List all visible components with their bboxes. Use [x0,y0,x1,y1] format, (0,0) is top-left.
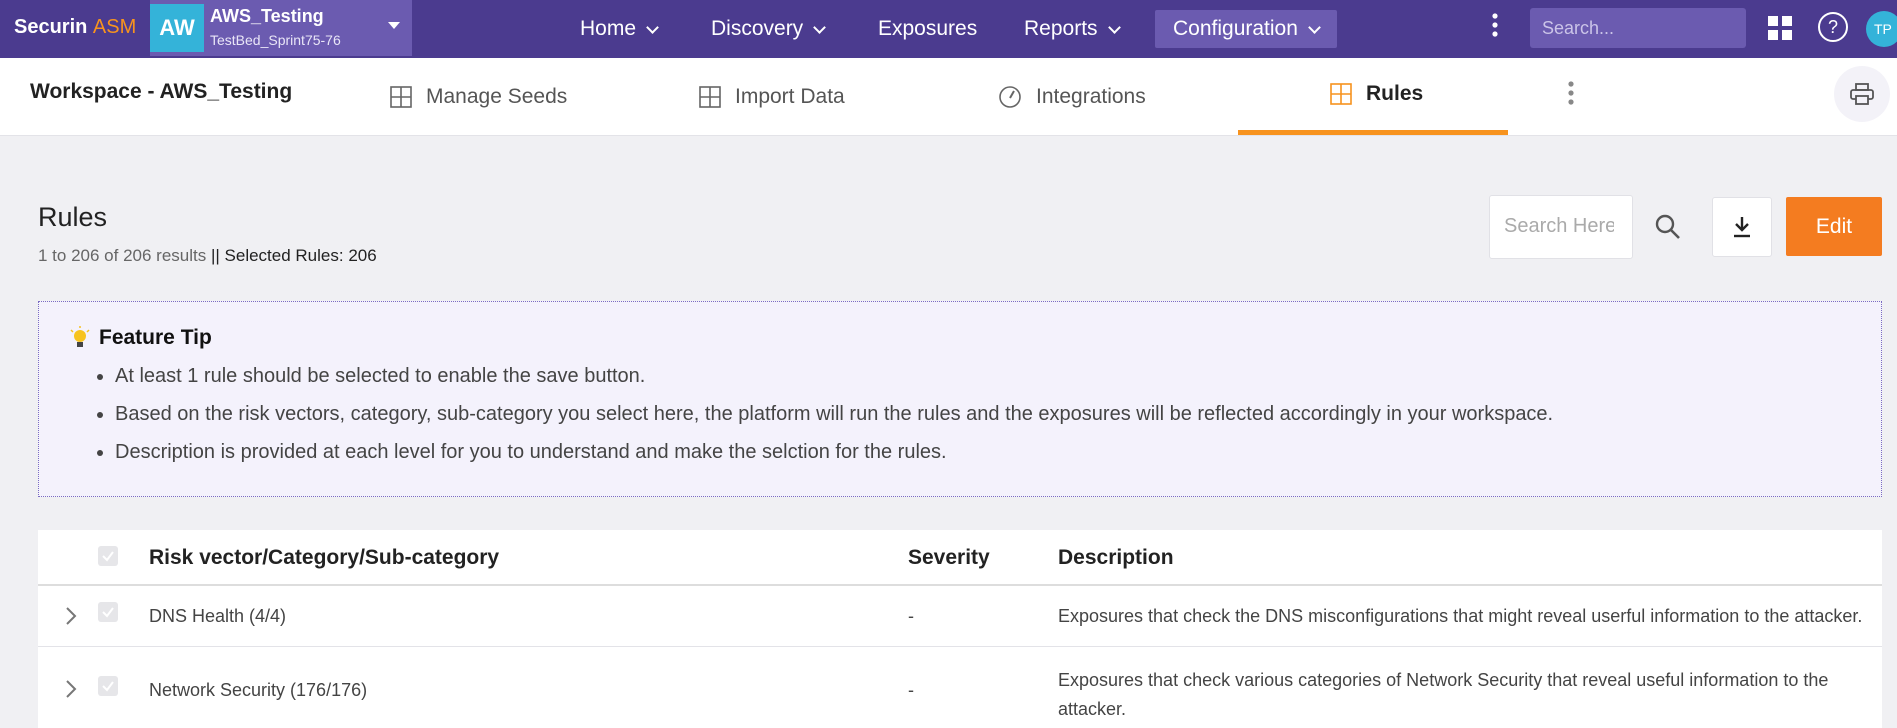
row-description-line: Exposures that check various categories … [1058,670,1829,690]
table-row[interactable]: DNS Health (4/4) - Exposures that check … [38,586,1882,647]
results-range: 1 to 206 of 206 results [38,246,207,265]
tab-rules-label: Rules [1366,81,1424,105]
download-icon [1734,217,1750,238]
gauge-icon [999,85,1021,108]
chevron-right-icon[interactable] [64,606,78,626]
tab-manage-seeds-label: Manage Seeds [426,84,568,108]
global-search-input[interactable] [1530,8,1746,48]
nav-discovery[interactable]: Discovery [711,0,827,58]
workspace-switcher[interactable]: AW AWS_Testing TestBed_Sprint75-76 [150,0,412,56]
row-description-line: attacker. [1058,699,1127,719]
search-icon[interactable] [1654,213,1682,241]
apps-grid-icon[interactable] [1768,16,1792,40]
download-button[interactable] [1712,197,1772,257]
column-header-name[interactable]: Risk vector/Category/Sub-category [149,546,499,570]
row-severity: - [908,606,914,626]
table-header: Risk vector/Category/Sub-category Severi… [38,530,1882,586]
nav-reports-label: Reports [1024,17,1098,40]
more-vertical-icon[interactable] [1490,12,1500,40]
caret-down-icon [388,22,400,29]
rules-table: Risk vector/Category/Sub-category Severi… [38,530,1882,728]
user-avatar[interactable]: TP [1866,11,1897,47]
page-title: Rules [38,202,108,232]
lightbulb-icon [70,326,90,347]
select-all-checkbox[interactable] [98,546,118,566]
feature-tip-panel: Feature Tip At least 1 rule should be se… [38,301,1882,497]
tab-integrations-label: Integrations [1036,84,1146,108]
workspace-avatar: AW [150,4,204,52]
brand-logo[interactable]: Securin ASM [14,16,136,39]
nav-home-label: Home [580,17,637,40]
check-icon [102,551,114,562]
brand-suffix: ASM [92,16,137,38]
check-icon [102,681,114,692]
edit-button[interactable]: Edit [1786,197,1882,256]
row-description: Exposures that check the DNS misconfigur… [1058,606,1863,626]
nav-exposures[interactable]: Exposures [878,0,977,58]
chevron-down-icon [813,20,827,34]
chevron-down-icon [646,20,659,34]
tab-import-data-label: Import Data [735,84,845,108]
feature-tip-title: Feature Tip [99,326,212,349]
row-name: DNS Health (4/4) [149,606,287,626]
nav-discovery-label: Discovery [711,17,804,40]
row-checkbox[interactable] [98,676,118,696]
feature-tip-item: Based on the risk vectors, category, sub… [115,402,1553,427]
workspace-name: AWS_Testing [210,6,324,26]
check-icon [102,607,114,618]
nav-configuration-label: Configuration [1173,17,1298,40]
row-name: Network Security (176/176) [149,680,368,700]
grid-icon [699,85,721,108]
active-tab-indicator [1238,130,1508,135]
printer-icon [1850,83,1874,105]
grid-icon [1330,82,1352,105]
chevron-right-icon[interactable] [64,679,78,699]
column-header-severity[interactable]: Severity [908,546,990,570]
feature-tip-item: At least 1 rule should be selected to en… [115,364,1553,389]
tab-rules[interactable]: Rules [1330,55,1423,132]
chevron-down-icon [1107,20,1121,34]
tab-manage-seeds[interactable]: Manage Seeds [390,58,567,135]
nav-configuration[interactable]: Configuration [1155,10,1337,48]
grid-icon [390,85,412,108]
print-button[interactable] [1834,66,1890,122]
rules-search-input[interactable] [1502,214,1616,239]
feature-tip-header: Feature Tip [69,326,212,350]
workspace-subheader: Workspace - AWS_Testing Manage Seeds Imp… [0,58,1897,136]
rules-search-box[interactable] [1489,195,1633,259]
row-description: Exposures that check various categories … [1058,666,1828,724]
more-vertical-icon[interactable] [1566,80,1576,108]
nav-home[interactable]: Home [580,0,659,58]
nav-reports[interactable]: Reports [1024,0,1121,58]
workspace-subtitle: TestBed_Sprint75-76 [210,32,341,48]
column-header-description[interactable]: Description [1058,546,1174,570]
table-row[interactable]: Network Security (176/176) - Exposures t… [38,646,1882,728]
nav-exposures-label: Exposures [878,17,978,40]
row-checkbox[interactable] [98,602,118,622]
results-count: 1 to 206 of 206 results || Selected Rule… [38,246,377,266]
tab-import-data[interactable]: Import Data [699,58,845,135]
row-severity: - [908,680,914,700]
help-icon[interactable]: ? [1818,12,1848,42]
top-nav-bar: Securin ASM AW AWS_Testing TestBed_Sprin… [0,0,1897,58]
chevron-down-icon [1308,20,1321,34]
brand-name: Securin [14,16,88,38]
workspace-title: Workspace - AWS_Testing [30,80,293,103]
feature-tip-item: Description is provided at each level fo… [115,440,1553,465]
feature-tip-list: At least 1 rule should be selected to en… [91,364,1553,478]
tab-integrations[interactable]: Integrations [998,58,1146,135]
selected-rules-count: || Selected Rules: 206 [210,246,377,265]
